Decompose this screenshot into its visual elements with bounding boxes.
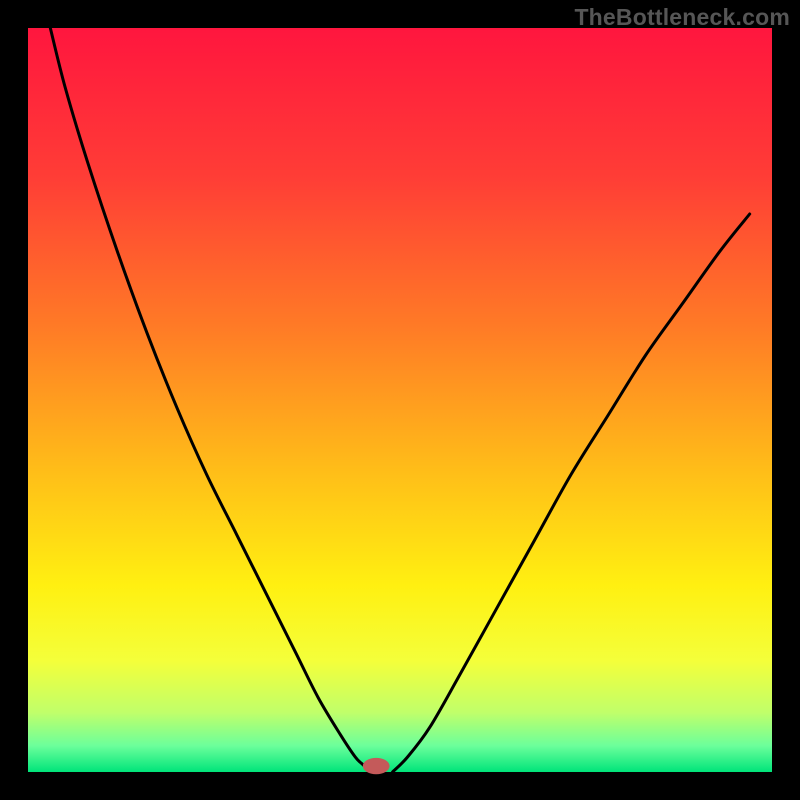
plot-background: [28, 28, 772, 772]
minimum-marker: [363, 758, 390, 774]
chart-container: TheBottleneck.com: [0, 0, 800, 800]
watermark-label: TheBottleneck.com: [574, 4, 790, 31]
bottleneck-chart: [0, 0, 800, 800]
